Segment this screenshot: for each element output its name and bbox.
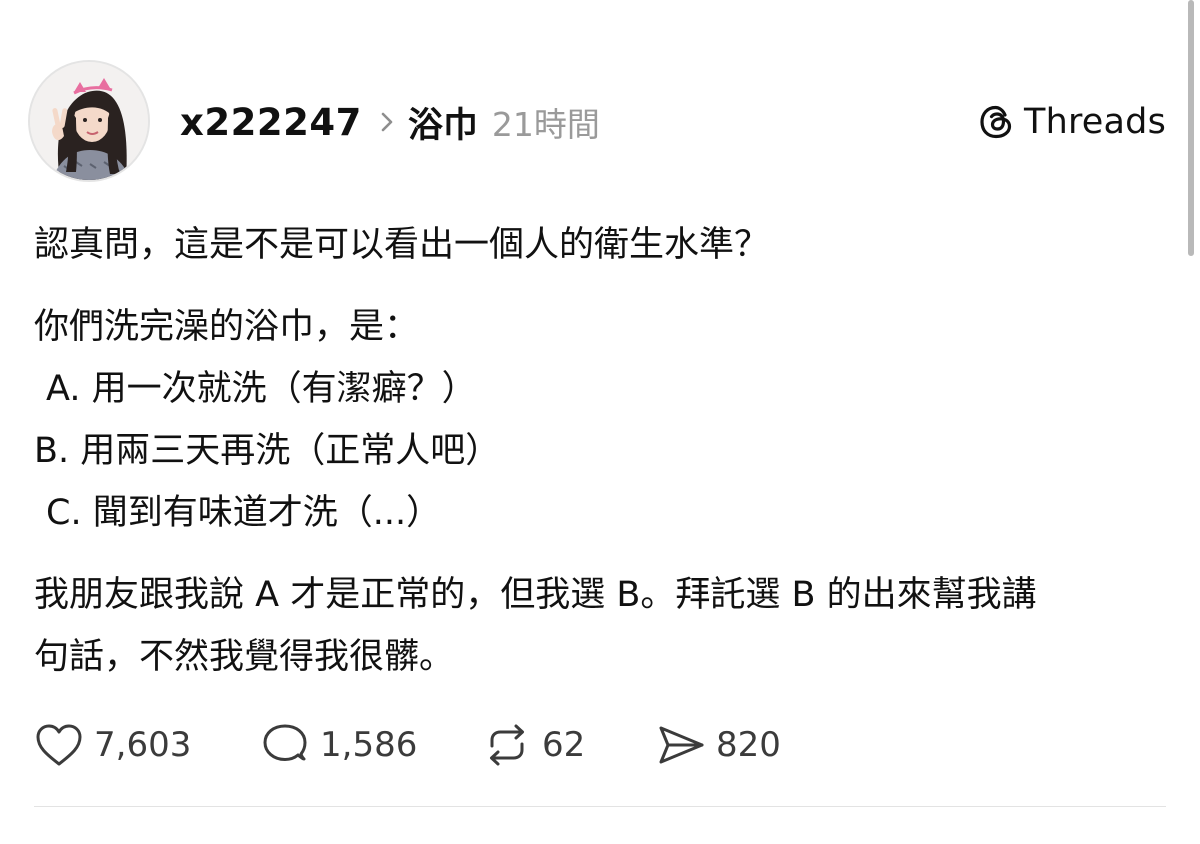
reply-button[interactable]: 1,586 [260, 722, 482, 768]
option-c: C. 聞到有味道才洗（...） [46, 493, 442, 533]
repost-count: 62 [542, 725, 586, 765]
post-header: x222247 浴巾 21時間 [180, 96, 600, 148]
username-link[interactable]: x222247 [180, 101, 362, 144]
like-button[interactable]: 7,603 [34, 722, 260, 768]
scrollbar[interactable] [1188, 0, 1194, 256]
option-b: B. 用兩三天再洗（正常人吧） [34, 431, 501, 471]
post-timestamp: 21時間 [491, 105, 600, 144]
post-body: 認真問，這是不是可以看出一個人的衛生水準？ 你們洗完澡的浴巾，是： A. 用一次… [34, 214, 1174, 688]
heart-icon [36, 724, 82, 766]
reply-count: 1,586 [320, 725, 418, 765]
post-question: 認真問，這是不是可以看出一個人的衛生水準？ [34, 225, 770, 265]
brand-name: Threads [1023, 102, 1166, 142]
avatar-image [30, 62, 148, 180]
post-conclusion-line-1: 我朋友跟我說 A 才是正常的，但我選 B。拜託選 B 的出來幫我講 [34, 575, 1037, 615]
like-count: 7,603 [94, 725, 192, 765]
speech-bubble-icon [263, 724, 307, 761]
repost-arrows-icon [490, 724, 524, 766]
threads-logo-icon [980, 105, 1012, 139]
divider [34, 806, 1166, 807]
share-count: 820 [716, 725, 781, 765]
repost-button[interactable]: 62 [482, 722, 656, 768]
post-actions: 7,603 1,586 62 820 [34, 718, 781, 772]
option-a: A. 用一次就洗（有潔癖？） [46, 369, 477, 409]
threads-brand: Threads [976, 97, 1166, 147]
post-conclusion-line-2: 句話，不然我覺得我很髒。 [34, 637, 455, 677]
send-plane-icon [659, 726, 704, 764]
threads-post: x222247 浴巾 21時間 Threads 認真問，這是不是可以看出一個人的… [0, 0, 1200, 844]
topic-tag-link[interactable]: 浴巾 [408, 97, 478, 148]
avatar[interactable] [28, 60, 150, 182]
chevron-right-icon [380, 110, 394, 134]
share-button[interactable]: 820 [656, 722, 781, 768]
post-prompt: 你們洗完澡的浴巾，是： [34, 307, 420, 347]
